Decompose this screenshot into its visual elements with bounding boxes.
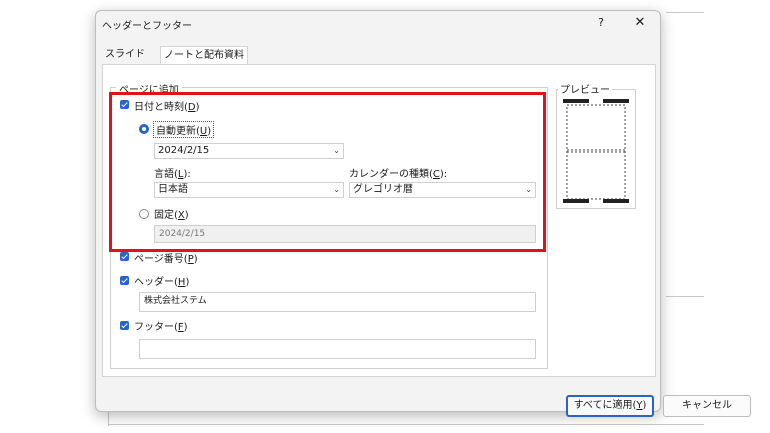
- help-button[interactable]: ?: [593, 15, 609, 31]
- tab-notes-handouts[interactable]: ノートと配布資料: [160, 46, 248, 64]
- header-text-input[interactable]: 株式会社ステム: [139, 292, 536, 312]
- header-right-placeholder: [603, 99, 629, 103]
- footer-label[interactable]: フッター(F): [134, 318, 188, 333]
- tab-slide[interactable]: スライド: [102, 46, 148, 64]
- background-line: [108, 424, 704, 425]
- footer-checkbox[interactable]: [120, 321, 129, 330]
- annotation-highlight-box: [109, 92, 546, 252]
- page-number-checkbox[interactable]: [120, 252, 129, 261]
- background-line: [666, 296, 704, 297]
- preview-legend: プレビュー: [558, 81, 612, 96]
- apply-all-button[interactable]: すべてに適用(Y): [566, 395, 654, 417]
- page-layout-preview: [563, 99, 629, 203]
- close-button[interactable]: ✕: [632, 15, 648, 31]
- header-checkbox[interactable]: [120, 276, 129, 285]
- background-line: [108, 412, 109, 426]
- header-left-placeholder: [563, 99, 589, 103]
- footer-left-placeholder: [563, 199, 589, 203]
- preview-panel: [556, 89, 636, 209]
- dialog-title: ヘッダーとフッター: [102, 21, 192, 32]
- page-number-label[interactable]: ページ番号(P): [134, 250, 198, 265]
- header-label[interactable]: ヘッダー(H): [134, 273, 189, 288]
- cancel-button[interactable]: キャンセル: [663, 395, 751, 417]
- background-line: [666, 12, 704, 13]
- footer-text-input[interactable]: [139, 339, 536, 359]
- footer-right-placeholder: [603, 199, 629, 203]
